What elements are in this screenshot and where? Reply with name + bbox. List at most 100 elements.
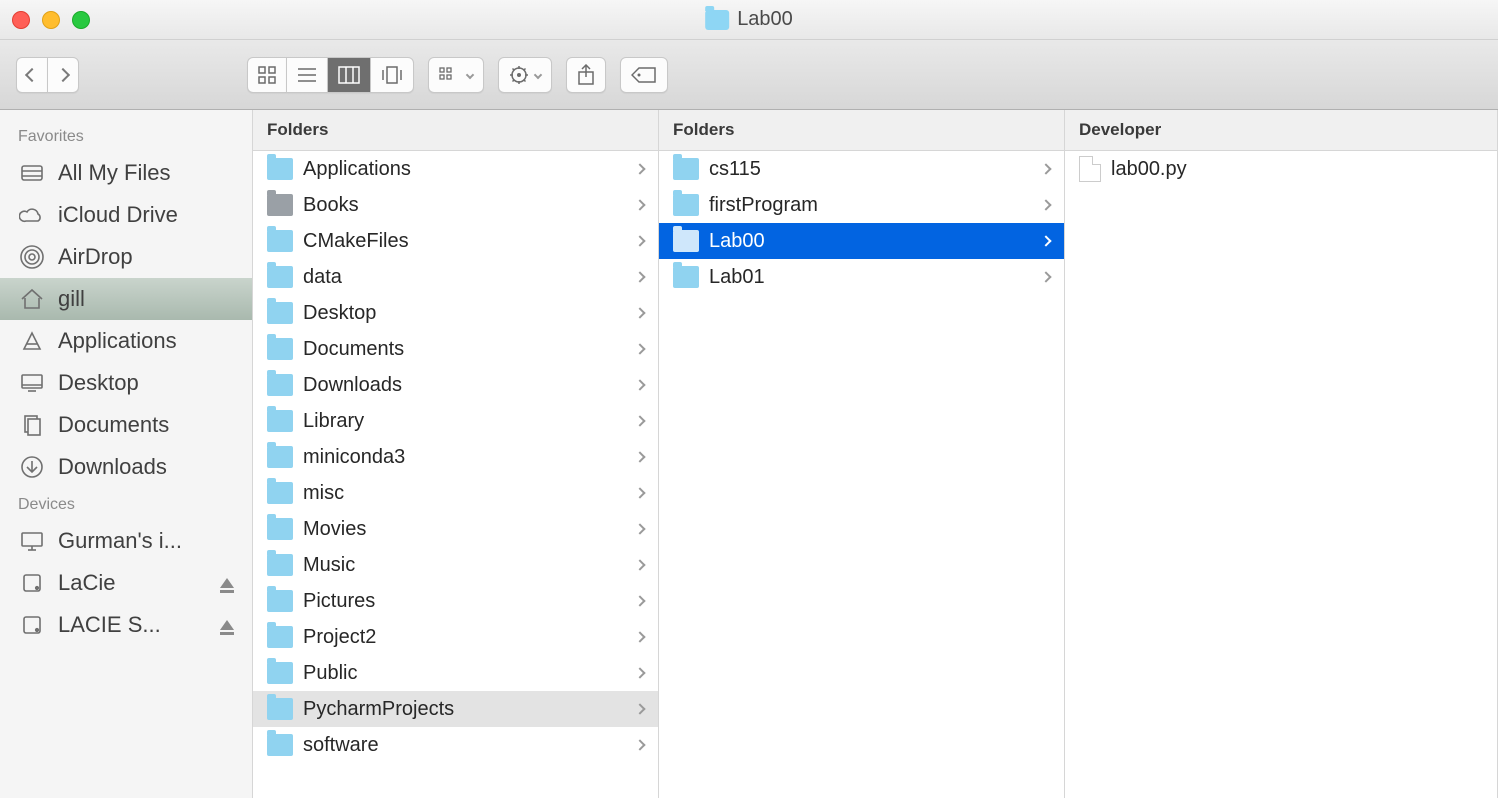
view-gallery-button[interactable] — [370, 57, 414, 93]
folder-row-pycharmprojects[interactable]: PycharmProjects — [253, 691, 658, 727]
window-title: Lab00 — [705, 8, 793, 31]
chevron-right-icon — [634, 595, 645, 606]
home-icon — [18, 287, 46, 311]
view-icon-button[interactable] — [247, 57, 286, 93]
folder-icon — [267, 482, 293, 504]
folder-icon — [673, 194, 699, 216]
view-list-button[interactable] — [286, 57, 327, 93]
row-label: data — [303, 266, 342, 289]
arrange-button[interactable] — [428, 57, 484, 93]
tags-button[interactable] — [620, 57, 668, 93]
file-row-lab00-py[interactable]: lab00.py — [1065, 151, 1497, 187]
sidebar-item-label: Desktop — [58, 370, 139, 396]
minimize-window-button[interactable] — [42, 11, 60, 29]
eject-icon[interactable] — [220, 620, 234, 630]
folder-icon — [267, 734, 293, 756]
folder-icon — [267, 662, 293, 684]
folder-row-library[interactable]: Library — [253, 403, 658, 439]
folder-row-pictures[interactable]: Pictures — [253, 583, 658, 619]
folder-icon — [673, 266, 699, 288]
folder-row-lab01[interactable]: Lab01 — [659, 259, 1064, 295]
share-button[interactable] — [566, 57, 606, 93]
folder-row-applications[interactable]: Applications — [253, 151, 658, 187]
sidebar-item-documents[interactable]: Documents — [0, 404, 252, 446]
chevron-right-icon — [634, 343, 645, 354]
row-label: software — [303, 734, 379, 757]
sidebar-item-lacie-s-[interactable]: LACIE S... — [0, 604, 252, 646]
chevron-right-icon — [634, 199, 645, 210]
folder-icon — [267, 374, 293, 396]
column-2: Folders cs115firstProgramLab00Lab01 — [659, 110, 1065, 798]
chevron-right-icon — [634, 703, 645, 714]
chevron-down-icon — [534, 70, 542, 78]
folder-row-cmakefiles[interactable]: CMakeFiles — [253, 223, 658, 259]
folder-row-firstprogram[interactable]: firstProgram — [659, 187, 1064, 223]
row-label: Library — [303, 410, 364, 433]
sidebar-item-desktop[interactable]: Desktop — [0, 362, 252, 404]
sidebar-heading: Favorites — [0, 120, 252, 152]
chevron-right-icon — [56, 67, 70, 81]
folder-row-public[interactable]: Public — [253, 655, 658, 691]
sidebar-item-icloud-drive[interactable]: iCloud Drive — [0, 194, 252, 236]
folder-row-cs115[interactable]: cs115 — [659, 151, 1064, 187]
sidebar-item-downloads[interactable]: Downloads — [0, 446, 252, 488]
folder-row-project2[interactable]: Project2 — [253, 619, 658, 655]
sidebar-item-label: Documents — [58, 412, 169, 438]
folder-row-data[interactable]: data — [253, 259, 658, 295]
sidebar-item-airdrop[interactable]: AirDrop — [0, 236, 252, 278]
cloud-icon — [18, 203, 46, 227]
chevron-right-icon — [1040, 271, 1051, 282]
chevron-right-icon — [634, 739, 645, 750]
chevron-right-icon — [634, 163, 645, 174]
sidebar-item-all-my-files[interactable]: All My Files — [0, 152, 252, 194]
row-label: Pictures — [303, 590, 375, 613]
folder-row-books[interactable]: Books — [253, 187, 658, 223]
chevron-left-icon — [25, 67, 39, 81]
sidebar-item-label: gill — [58, 286, 85, 312]
eject-icon[interactable] — [220, 578, 234, 588]
disk-icon — [18, 571, 46, 595]
row-label: misc — [303, 482, 344, 505]
folder-row-misc[interactable]: misc — [253, 475, 658, 511]
row-label: Lab00 — [709, 230, 765, 253]
folder-icon — [267, 302, 293, 324]
documents-icon — [18, 413, 46, 437]
folder-row-miniconda3[interactable]: miniconda3 — [253, 439, 658, 475]
chevron-down-icon — [466, 70, 474, 78]
sidebar-item-gurman-s-i-[interactable]: Gurman's i... — [0, 520, 252, 562]
folder-row-music[interactable]: Music — [253, 547, 658, 583]
folder-row-lab00[interactable]: Lab00 — [659, 223, 1064, 259]
folder-row-documents[interactable]: Documents — [253, 331, 658, 367]
folder-row-downloads[interactable]: Downloads — [253, 367, 658, 403]
folder-icon — [267, 338, 293, 360]
close-window-button[interactable] — [12, 11, 30, 29]
desktop-icon — [18, 371, 46, 395]
view-column-button[interactable] — [327, 57, 370, 93]
back-button[interactable] — [16, 57, 47, 93]
sidebar-item-lacie[interactable]: LaCie — [0, 562, 252, 604]
folder-row-software[interactable]: software — [253, 727, 658, 763]
folder-icon — [267, 554, 293, 576]
chevron-right-icon — [634, 667, 645, 678]
folder-icon — [267, 158, 293, 180]
sidebar-item-applications[interactable]: Applications — [0, 320, 252, 362]
sidebar-item-label: All My Files — [58, 160, 170, 186]
window-controls — [12, 11, 90, 29]
sidebar-item-label: Downloads — [58, 454, 167, 480]
row-label: Public — [303, 662, 357, 685]
downloads-icon — [18, 455, 46, 479]
folder-row-movies[interactable]: Movies — [253, 511, 658, 547]
folder-icon — [673, 158, 699, 180]
row-label: Project2 — [303, 626, 376, 649]
sidebar: Favorites All My Files iCloud DriveAirDrop… — [0, 110, 253, 798]
action-button[interactable] — [498, 57, 552, 93]
chevron-right-icon — [634, 307, 645, 318]
chevron-right-icon — [634, 523, 645, 534]
forward-button[interactable] — [47, 57, 79, 93]
row-label: miniconda3 — [303, 446, 405, 469]
row-label: Applications — [303, 158, 411, 181]
sidebar-item-gill[interactable]: gill — [0, 278, 252, 320]
folder-row-desktop[interactable]: Desktop — [253, 295, 658, 331]
zoom-window-button[interactable] — [72, 11, 90, 29]
row-label: Movies — [303, 518, 366, 541]
